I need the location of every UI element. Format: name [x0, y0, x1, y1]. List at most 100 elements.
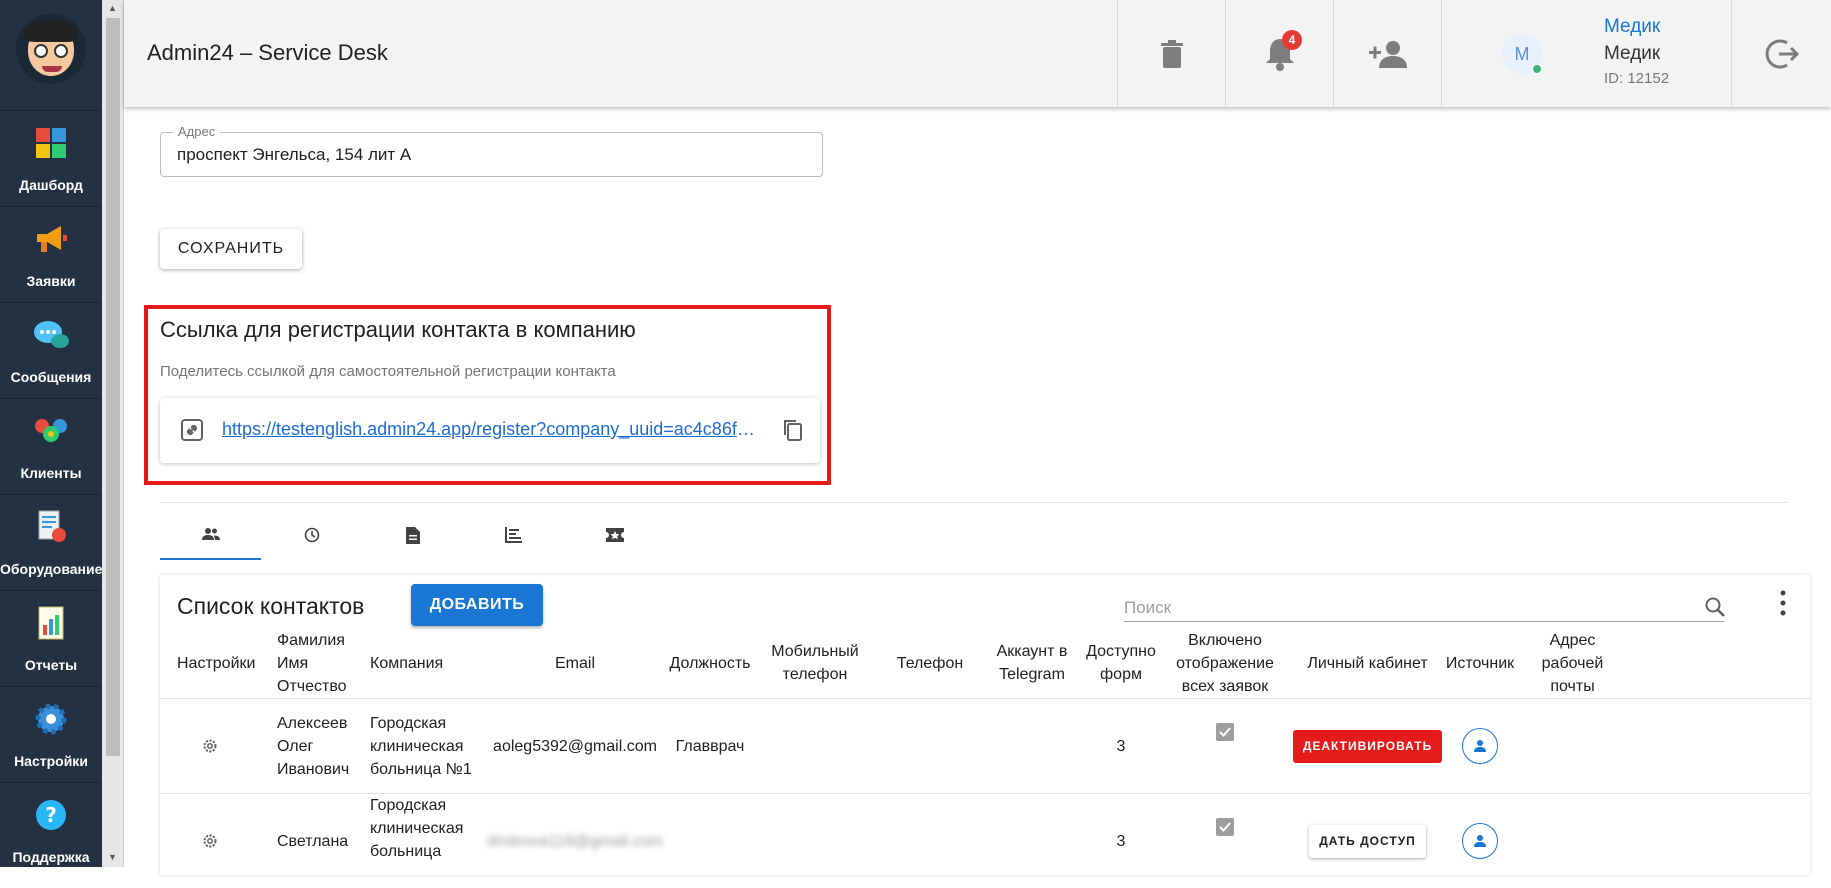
- person-icon: [1474, 835, 1486, 847]
- cell-email: dmitrova118@gmail.com: [486, 832, 663, 850]
- scroll-up-icon[interactable]: ▲: [108, 3, 117, 13]
- cell-cabinet: ДАТЬ ДОСТУП: [1300, 794, 1435, 888]
- scroll-down-icon[interactable]: ▼: [108, 852, 117, 862]
- tab-contacts[interactable]: [160, 510, 261, 560]
- tab-history[interactable]: [261, 510, 362, 560]
- sidebar-item-settings[interactable]: Настройки: [0, 686, 102, 782]
- save-button[interactable]: СОХРАНИТЬ: [160, 229, 302, 269]
- tab-structure[interactable]: [463, 510, 564, 560]
- sidebar-item-label: Отчеты: [24, 657, 78, 673]
- address-field[interactable]: Адрес проспект Энгельса, 154 лит А: [160, 124, 823, 177]
- structure-icon: [505, 527, 522, 543]
- checkbox-checked[interactable]: [1216, 723, 1234, 741]
- sidebar-item-support[interactable]: ? Поддержка: [0, 782, 102, 878]
- logo-mouth: [42, 66, 62, 72]
- logo-hair: [24, 20, 78, 42]
- column-header-work-email: Адрес рабочей почты: [1541, 631, 1604, 695]
- source-button[interactable]: [1462, 823, 1498, 859]
- sidebar-item-label: Настройки: [14, 753, 88, 769]
- row-settings-button[interactable]: [177, 794, 242, 888]
- add-user-icon: [1368, 40, 1407, 68]
- online-status-dot: [1532, 64, 1542, 74]
- scrollbar-thumb[interactable]: [106, 18, 120, 756]
- trash-button[interactable]: [1118, 0, 1225, 107]
- more-options-icon[interactable]: [1778, 589, 1788, 617]
- megaphone-icon: [32, 221, 70, 257]
- user-name-link[interactable]: Медик: [1604, 16, 1660, 38]
- sidebar-item-clients[interactable]: Клиенты: [0, 398, 102, 494]
- sidebar-item-reports[interactable]: Отчеты: [0, 590, 102, 686]
- vertical-scrollbar[interactable]: ▲ ▼: [102, 0, 124, 867]
- sidebar-item-label: Поддержка: [12, 849, 90, 865]
- add-contact-button[interactable]: ДОБАВИТЬ: [411, 584, 543, 626]
- search-box: [1124, 594, 1726, 622]
- address-value[interactable]: проспект Энгельса, 154 лит А: [177, 145, 411, 165]
- tab-documents[interactable]: [362, 510, 463, 560]
- gear-icon: [32, 701, 70, 737]
- column-header-fio: Фамилия Имя Отчество: [277, 631, 347, 695]
- column-header-telegram: Аккаунт в Telegram: [996, 643, 1068, 683]
- sidebar-item-label: Оборудование: [0, 561, 103, 577]
- svg-text:?: ?: [45, 803, 57, 827]
- top-header: Admin24 – Service Desk 4 M Медик Медик I…: [124, 0, 1831, 107]
- logout-icon: [1765, 39, 1799, 68]
- search-input[interactable]: [1124, 596, 1684, 620]
- cell-company: Городская клиническая больница: [370, 797, 464, 860]
- add-user-button[interactable]: [1334, 0, 1441, 107]
- dashboard-icon: [32, 125, 70, 161]
- copy-icon[interactable]: [782, 419, 804, 441]
- chat-icon: [32, 317, 70, 353]
- tab-tickets[interactable]: [564, 510, 665, 560]
- column-header-cabinet: Личный кабинет: [1307, 654, 1428, 672]
- column-header-email: Email: [554, 654, 595, 672]
- sidebar-item-equipment[interactable]: Оборудование: [0, 494, 102, 590]
- source-button[interactable]: [1462, 728, 1498, 764]
- search-icon[interactable]: [1704, 596, 1726, 618]
- logo-eye: [34, 44, 48, 58]
- gear-icon: [203, 739, 216, 753]
- grant-access-button[interactable]: ДАТЬ ДОСТУП: [1309, 824, 1426, 858]
- sidebar-item-label: Заявки: [26, 273, 76, 289]
- sidebar-item-label: Клиенты: [20, 465, 82, 481]
- divider: [1441, 0, 1442, 107]
- user-id: ID: 12152: [1604, 70, 1670, 87]
- column-header-company: Компания: [370, 654, 444, 672]
- column-header-mobile: Мобильный телефон: [771, 643, 859, 683]
- main-content: Адрес проспект Энгельса, 154 лит А СОХРА…: [124, 107, 1831, 875]
- cell-source: [1440, 794, 1520, 888]
- logout-button[interactable]: [1732, 0, 1831, 107]
- trash-icon: [1160, 39, 1183, 68]
- cell-fio: Алексеев Олег Иванович: [277, 714, 350, 778]
- column-header-all-requests: Включено отображение всех заявок: [1176, 631, 1274, 695]
- gear-icon: [203, 834, 216, 848]
- registration-link[interactable]: https://testenglish.admin24.app/register…: [222, 419, 757, 440]
- registration-link-card: https://testenglish.admin24.app/register…: [160, 398, 820, 463]
- cell-all-requests[interactable]: [1165, 794, 1285, 888]
- sidebar-item-requests[interactable]: Заявки: [0, 206, 102, 302]
- document-icon: [405, 526, 420, 544]
- equipment-icon: [32, 509, 70, 545]
- contacts-icon: [201, 528, 220, 540]
- deactivate-button[interactable]: ДЕАКТИВИРОВАТЬ: [1292, 729, 1443, 763]
- contacts-card: Список контактов ДОБАВИТЬ Настройки Фами…: [160, 575, 1810, 875]
- logo[interactable]: [16, 14, 86, 84]
- cell-position: Главврач: [675, 737, 745, 755]
- column-header-source: Источник: [1445, 654, 1515, 672]
- sidebar-item-dashboard[interactable]: Дашборд: [0, 110, 102, 206]
- sidebar-item-messages[interactable]: Сообщения: [0, 302, 102, 398]
- registration-subtitle: Поделитесь ссылкой для самостоятельной р…: [160, 363, 616, 380]
- cell-email: aoleg5392@gmail.com: [493, 737, 657, 755]
- cell-cabinet: ДЕАКТИВИРОВАТЬ: [1292, 699, 1443, 793]
- notifications-button[interactable]: 4: [1226, 0, 1333, 107]
- ticket-icon: [605, 528, 624, 542]
- clients-icon: [32, 413, 70, 449]
- cell-all-requests[interactable]: [1165, 699, 1285, 793]
- cell-fio: Светлана: [277, 832, 349, 850]
- link-icon: [181, 419, 203, 441]
- row-settings-button[interactable]: [177, 699, 242, 793]
- checkbox-checked[interactable]: [1216, 818, 1234, 836]
- cell-forms: 3: [1116, 832, 1126, 850]
- column-header-phone: Телефон: [896, 654, 964, 672]
- help-icon: ?: [32, 797, 70, 833]
- registration-title: Ссылка для регистрации контакта в компан…: [160, 317, 636, 342]
